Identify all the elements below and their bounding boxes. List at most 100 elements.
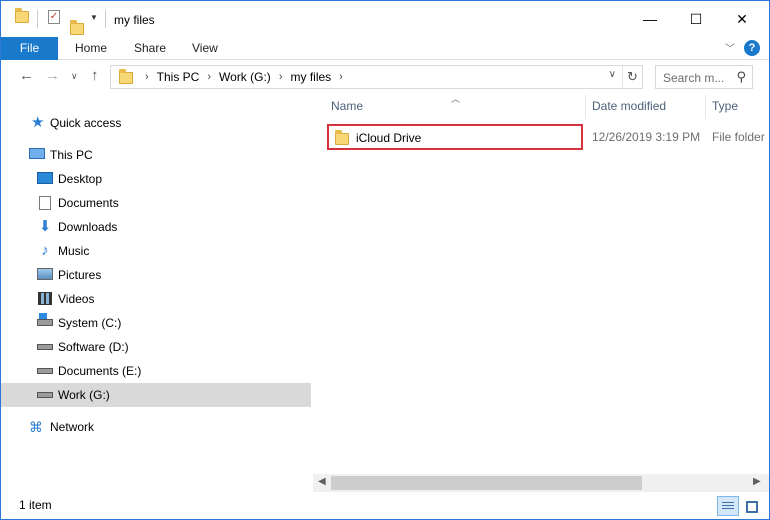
sidebar-item-label: Desktop — [58, 172, 103, 186]
customize-quick-access-icon[interactable]: ▼ — [90, 13, 98, 22]
documents-icon — [39, 196, 51, 210]
recent-locations-icon[interactable]: ∨ — [71, 71, 78, 82]
address-row: ← → ∨ ↑ › This PC › Work (G:) › my files… — [1, 61, 769, 93]
drive-icon — [37, 344, 53, 350]
folder-icon — [15, 8, 29, 23]
videos-icon — [38, 292, 52, 305]
folder-icon — [335, 130, 349, 145]
sidebar-item-label: Downloads — [58, 220, 118, 234]
tab-share[interactable]: Share — [134, 37, 166, 60]
column-header-type[interactable]: Type — [712, 99, 738, 113]
sidebar-item-documents-e[interactable]: Documents (E:) — [1, 359, 311, 383]
address-bar[interactable]: › This PC › Work (G:) › my files › ∨ ↻ — [110, 65, 643, 89]
details-view-button[interactable] — [717, 496, 739, 516]
music-icon: ♪ — [41, 242, 49, 259]
drive-icon — [37, 368, 53, 374]
navigation-pane: ★ Quick access This PC Desktop Documents… — [1, 93, 311, 493]
item-count: 1 item — [19, 498, 52, 512]
breadcrumb: › This PC › Work (G:) › my files › — [137, 70, 351, 84]
sidebar-item-documents[interactable]: Documents — [1, 191, 311, 215]
search-placeholder: Search m... — [663, 71, 725, 85]
status-bar: 1 item — [1, 493, 769, 519]
sidebar-item-system-c[interactable]: System (C:) — [1, 311, 311, 335]
search-input[interactable]: Search m... ⚲ — [655, 65, 753, 89]
refresh-icon[interactable]: ↻ — [622, 66, 642, 88]
sidebar-item-label: Pictures — [58, 268, 102, 282]
sidebar-item-label: Quick access — [50, 116, 122, 130]
column-divider[interactable] — [585, 95, 586, 119]
sidebar-item-videos[interactable]: Videos — [1, 287, 311, 311]
breadcrumb-my-files[interactable]: my files — [290, 70, 331, 84]
sidebar-item-work-g[interactable]: Work (G:) — [1, 383, 311, 407]
sort-ascending-icon: ︿ — [451, 94, 461, 104]
scroll-left-icon[interactable]: ◀ — [318, 476, 326, 487]
explorer-window: ✓ ▼ my files — ☐ ✕ File Home Share View … — [0, 0, 770, 520]
sidebar-item-label: Videos — [58, 292, 95, 306]
breadcrumb-this-pc[interactable]: This PC — [157, 70, 200, 84]
file-name[interactable]: iCloud Drive — [356, 131, 421, 145]
folder-icon — [119, 69, 133, 84]
horizontal-scrollbar[interactable]: ◀ ▶ — [313, 474, 769, 492]
properties-icon[interactable]: ✓ — [48, 10, 60, 24]
pictures-icon — [37, 268, 53, 280]
up-arrow-icon[interactable]: ↑ — [91, 67, 99, 84]
sidebar-item-label: Network — [50, 420, 95, 434]
sidebar-item-label: Documents (E:) — [58, 364, 142, 378]
sidebar-item-software-d[interactable]: Software (D:) — [1, 335, 311, 359]
title-bar: ✓ ▼ my files — ☐ ✕ — [1, 1, 769, 37]
large-icons-view-icon — [746, 501, 758, 513]
tab-view[interactable]: View — [192, 37, 218, 60]
tab-file[interactable]: File — [1, 37, 58, 60]
help-button[interactable]: ? — [744, 40, 760, 56]
drive-icon — [37, 392, 53, 398]
large-icons-view-button[interactable] — [741, 496, 763, 516]
scrollbar-thumb[interactable] — [331, 476, 642, 490]
new-folder-icon[interactable] — [70, 20, 84, 35]
sidebar-item-downloads[interactable]: ⬇ Downloads — [1, 215, 311, 239]
star-icon: ★ — [31, 114, 45, 131]
window-title: my files — [114, 13, 155, 27]
sidebar-item-label: Music — [58, 244, 90, 258]
tab-home[interactable]: Home — [75, 37, 107, 60]
chevron-right-icon[interactable]: › — [145, 71, 149, 83]
divider — [105, 10, 106, 28]
sidebar-item-pictures[interactable]: Pictures — [1, 263, 311, 287]
maximize-button[interactable]: ☐ — [673, 1, 719, 37]
computer-icon — [29, 148, 45, 159]
sidebar-item-network[interactable]: ⌘ Network — [1, 415, 311, 439]
sidebar-item-music[interactable]: ♪ Music — [1, 239, 311, 263]
list-item[interactable]: iCloud Drive 12/26/2019 3:19 PM File fol… — [327, 123, 769, 150]
file-date-modified: 12/26/2019 3:19 PM — [592, 130, 701, 144]
chevron-down-icon[interactable]: ﹀ — [725, 40, 735, 55]
close-button[interactable]: ✕ — [719, 1, 765, 37]
details-view-icon — [722, 502, 734, 511]
back-arrow-icon[interactable]: ← — [19, 67, 34, 84]
minimize-button[interactable]: — — [627, 1, 673, 37]
sidebar-item-label: Software (D:) — [58, 340, 129, 354]
sidebar-item-quick-access[interactable]: ★ Quick access — [1, 111, 311, 135]
column-header-name[interactable]: Name — [331, 99, 363, 113]
chevron-right-icon[interactable]: › — [339, 71, 343, 83]
downloads-icon: ⬇ — [38, 218, 52, 235]
network-icon: ⌘ — [29, 419, 43, 435]
address-history-icon[interactable]: ∨ — [609, 69, 616, 80]
breadcrumb-work-drive[interactable]: Work (G:) — [219, 70, 271, 84]
column-header-date[interactable]: Date modified — [592, 99, 666, 113]
scroll-right-icon[interactable]: ▶ — [753, 476, 761, 487]
chevron-right-icon[interactable]: › — [279, 71, 283, 83]
sidebar-item-label: Documents — [58, 196, 119, 210]
sidebar-item-desktop[interactable]: Desktop — [1, 167, 311, 191]
sidebar-item-label: Work (G:) — [58, 388, 110, 402]
chevron-right-icon[interactable]: › — [207, 71, 211, 83]
sidebar-item-label: System (C:) — [58, 316, 122, 330]
file-list: ︿ Name Date modified Type iCloud Drive 1… — [313, 93, 769, 493]
sidebar-item-label: This PC — [50, 148, 93, 162]
sidebar-item-this-pc[interactable]: This PC — [1, 143, 311, 167]
ribbon: File Home Share View ﹀ ? — [1, 37, 769, 60]
column-divider[interactable] — [705, 95, 706, 119]
file-type: File folder — [712, 130, 765, 144]
system-drive-icon — [37, 313, 53, 326]
search-icon[interactable]: ⚲ — [736, 69, 746, 85]
forward-arrow-icon[interactable]: → — [45, 67, 60, 84]
desktop-icon — [37, 172, 53, 184]
